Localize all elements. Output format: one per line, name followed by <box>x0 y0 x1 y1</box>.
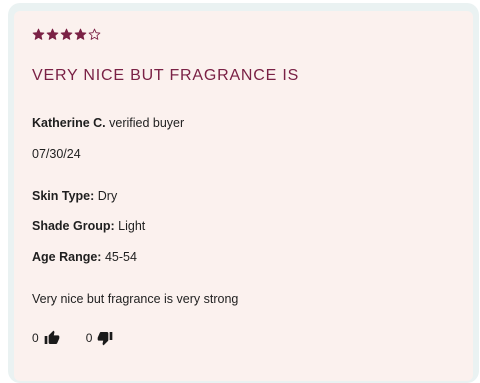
attribute-label: Age Range: <box>32 250 102 264</box>
review-body: Very nice but fragrance is very strong <box>32 292 239 306</box>
helpful-yes-button[interactable]: 0 <box>32 330 60 346</box>
star-empty-icon <box>88 28 101 40</box>
attribute-value: Dry <box>97 189 118 203</box>
star-filled-icon <box>60 28 73 40</box>
helpful-no-count: 0 <box>85 331 93 345</box>
helpful-votes: 0 0 <box>32 330 113 346</box>
helpful-yes-count: 0 <box>32 331 39 345</box>
reviewer-line: Katherine C. verified buyer <box>32 116 184 130</box>
attribute-value: Light <box>118 219 146 233</box>
verified-buyer-badge: verified buyer <box>109 116 185 130</box>
reviewer-name: Katherine C. <box>32 116 106 130</box>
helpful-no-button[interactable]: 0 <box>86 330 114 346</box>
star-filled-icon <box>46 28 59 40</box>
thumbs-up-icon <box>44 330 60 346</box>
attribute-age-range: Age Range: 45-54 <box>32 250 137 264</box>
star-filled-icon <box>74 28 87 40</box>
attribute-label: Shade Group: <box>32 219 115 233</box>
review-title: VERY NICE BUT FRAGRANCE IS <box>32 67 300 84</box>
thumbs-down-icon <box>97 330 113 346</box>
star-rating <box>32 28 101 41</box>
review-date: 07/30/24 <box>32 147 81 161</box>
star-filled-icon <box>32 28 45 40</box>
attribute-shade-group: Shade Group: Light <box>32 219 145 233</box>
attribute-skin-type: Skin Type: Dry <box>32 189 117 203</box>
attribute-label: Skin Type: <box>32 189 95 203</box>
attribute-value: 45-54 <box>104 250 137 264</box>
